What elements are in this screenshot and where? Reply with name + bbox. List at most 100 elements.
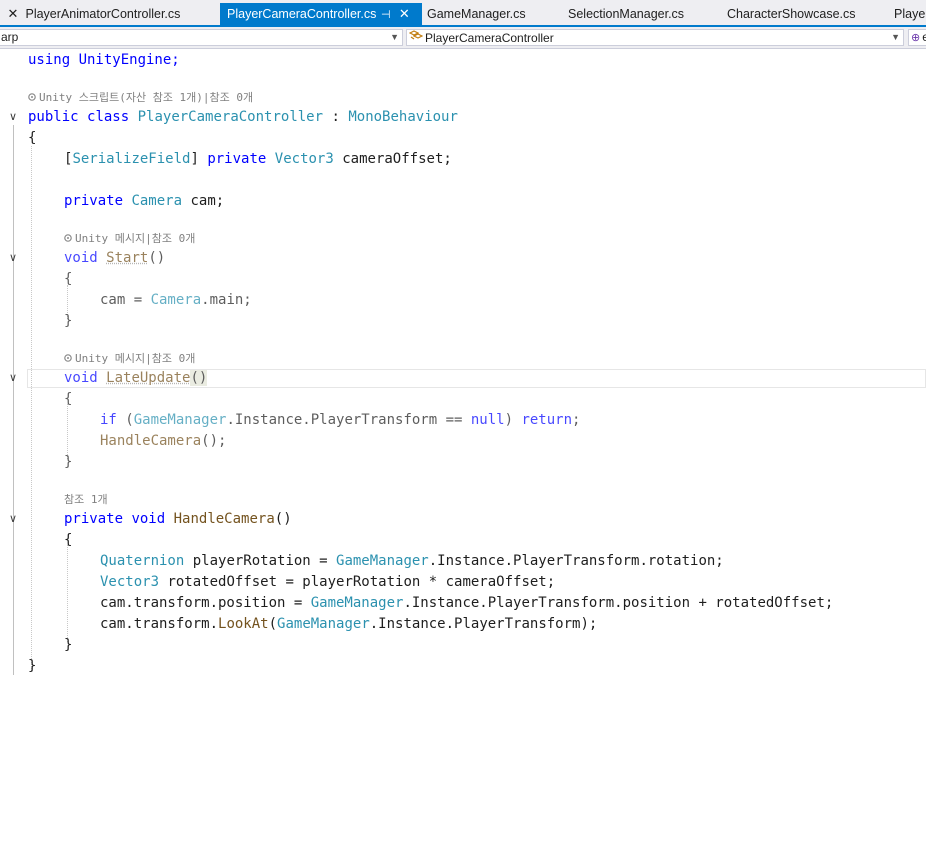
unity-icon <box>64 354 72 362</box>
tab-selection-manager[interactable]: SelectionManager.cs <box>568 3 718 25</box>
codelens-text: Unity 메시지|참조 0개 <box>75 352 196 365</box>
code-line-brace: } <box>64 635 72 656</box>
assignment: cam = <box>100 292 151 308</box>
open-brace: { <box>28 130 37 146</box>
call-args: .Instance.PlayerTransform); <box>369 616 598 632</box>
member-dropdown-value: e <box>922 30 926 44</box>
close-tab-icon[interactable]: ✕ <box>4 3 22 25</box>
codelens-text: Unity 스크립트(자산 참조 1개)|참조 0개 <box>39 91 254 104</box>
unity-icon <box>28 93 36 101</box>
chevron-down-icon: ▼ <box>891 32 900 42</box>
member-access: .Instance.PlayerTransform.position + rot… <box>403 595 834 611</box>
codelens-lateupdate[interactable]: Unity 메시지|참조 0개 <box>64 351 195 367</box>
type-name: GameManager <box>133 412 227 428</box>
member-access: cam.transform. <box>100 616 219 632</box>
unity-icon <box>64 234 72 242</box>
member-access: .main; <box>201 292 252 308</box>
code-line-field-camera-offset: [SerializeField] private Vector3 cameraO… <box>64 149 452 170</box>
keyword-return: return <box>521 412 573 428</box>
tab-game-manager[interactable]: GameManager.cs <box>427 3 557 25</box>
code-line-brace: { <box>64 530 72 551</box>
code-line-if-null-return: if (GameManager.Instance.PlayerTransform… <box>100 410 580 431</box>
keyword-if: if <box>100 412 117 428</box>
assignment: cam.transform.position = <box>100 595 311 611</box>
class-name: PlayerCameraController <box>137 109 324 125</box>
semicolon: ; <box>572 412 581 428</box>
code-line-brace: } <box>64 311 72 332</box>
method-call: HandleCamera <box>100 433 202 449</box>
pin-tab-icon[interactable]: ⊣ <box>380 4 392 25</box>
type-name: Camera <box>131 193 183 209</box>
colon: : <box>323 109 349 125</box>
codelens-start[interactable]: Unity 메시지|참조 0개 <box>64 231 195 247</box>
open-paren: ( <box>116 412 134 428</box>
code-line-field-cam: private Camera cam; <box>64 191 224 212</box>
code-line-handlecamera-call: HandleCamera(); <box>100 431 226 452</box>
chevron-down-icon: ▼ <box>390 32 399 42</box>
codelens-class[interactable]: Unity 스크립트(자산 참조 1개)|참조 0개 <box>28 90 253 106</box>
field-identifier: cam; <box>182 193 225 209</box>
code-line-class-close-brace: } <box>28 656 36 677</box>
tab-player[interactable]: Player <box>894 3 926 25</box>
code-line-brace: { <box>28 128 36 149</box>
close-brace: } <box>28 658 37 674</box>
field-identifier: cameraOffset; <box>333 151 452 167</box>
tab-player-animator-controller[interactable]: ✕ PlayerAnimatorController.cs <box>4 3 220 25</box>
keyword-private: private <box>64 193 124 209</box>
base-class-name: MonoBehaviour <box>348 109 458 125</box>
close-brace: } <box>64 637 73 653</box>
member-access: .Instance.PlayerTransform == <box>226 412 471 428</box>
declaration: playerRotation = <box>184 553 337 569</box>
code-line-player-rotation: Quaternion playerRotation = GameManager.… <box>100 551 724 572</box>
document-tab-strip: ✕ PlayerAnimatorController.cs PlayerCame… <box>0 0 926 27</box>
method-name: HandleCamera <box>173 511 275 527</box>
type-dropdown[interactable]: PlayerCameraController ▼ <box>406 29 904 46</box>
declaration: rotatedOffset = playerRotation * cameraO… <box>159 574 556 590</box>
tab-character-showcase[interactable]: CharacterShowcase.cs <box>727 3 887 25</box>
code-line-class-declaration: public class PlayerCameraController : Mo… <box>28 107 458 128</box>
close-brace: } <box>64 313 73 329</box>
open-brace: { <box>64 532 73 548</box>
attribute-name: SerializeField <box>72 151 191 167</box>
codelens-handlecamera[interactable]: 참조 1개 <box>64 492 108 508</box>
type-name: Camera <box>150 292 202 308</box>
code-editor[interactable]: ∨ ∨ ∨ ∨ using UnityEngine; Unity 스크립트(자산… <box>0 49 926 704</box>
tab-player-camera-controller[interactable]: PlayerCameraController.cs ⊣ ✕ <box>220 3 422 25</box>
code-line-brace: { <box>64 269 72 290</box>
type-name: Vector3 <box>274 151 334 167</box>
codelens-text: 참조 1개 <box>64 493 108 506</box>
project-dropdown-value: arp <box>1 30 19 44</box>
close-paren: ) <box>504 412 522 428</box>
tab-label: CharacterShowcase.cs <box>727 7 856 21</box>
code-line-set-position: cam.transform.position = GameManager.Ins… <box>100 593 833 614</box>
bracket: ] <box>190 151 199 167</box>
type-name: GameManager <box>336 553 429 569</box>
open-paren: ( <box>268 616 278 632</box>
type-name: GameManager <box>277 616 370 632</box>
parens: () <box>148 250 166 266</box>
open-brace: { <box>64 271 73 287</box>
type-name: Quaternion <box>100 553 185 569</box>
member-icon: ⊕ <box>911 32 921 44</box>
method-name: LateUpdate <box>106 370 191 386</box>
method-name: Start <box>106 250 149 266</box>
close-tab-icon[interactable]: ✕ <box>395 3 413 25</box>
type-name: GameManager <box>310 595 404 611</box>
keyword-void: void <box>131 511 166 527</box>
member-dropdown[interactable]: ⊕e <box>908 29 926 46</box>
code-line-start-body: cam = Camera.main; <box>100 290 252 311</box>
code-line-brace: { <box>64 389 72 410</box>
tab-label: PlayerCameraController.cs <box>227 7 377 21</box>
project-dropdown[interactable]: arp ▼ <box>0 29 403 46</box>
code-text: using UnityEngine; Unity 스크립트(자산 참조 1개)|… <box>0 49 926 849</box>
code-line-lookat: cam.transform.LookAt(GameManager.Instanc… <box>100 614 597 635</box>
codelens-text: Unity 메시지|참조 0개 <box>75 232 196 245</box>
parens: () <box>274 511 292 527</box>
code-line-using: using UnityEngine; <box>28 50 180 71</box>
keyword-class: class <box>87 109 130 125</box>
tab-label: GameManager.cs <box>427 7 526 21</box>
type-dropdown-value: PlayerCameraController <box>425 31 554 45</box>
tab-label: SelectionManager.cs <box>568 7 685 21</box>
call-args: (); <box>201 433 227 449</box>
code-line-brace: } <box>64 452 72 473</box>
